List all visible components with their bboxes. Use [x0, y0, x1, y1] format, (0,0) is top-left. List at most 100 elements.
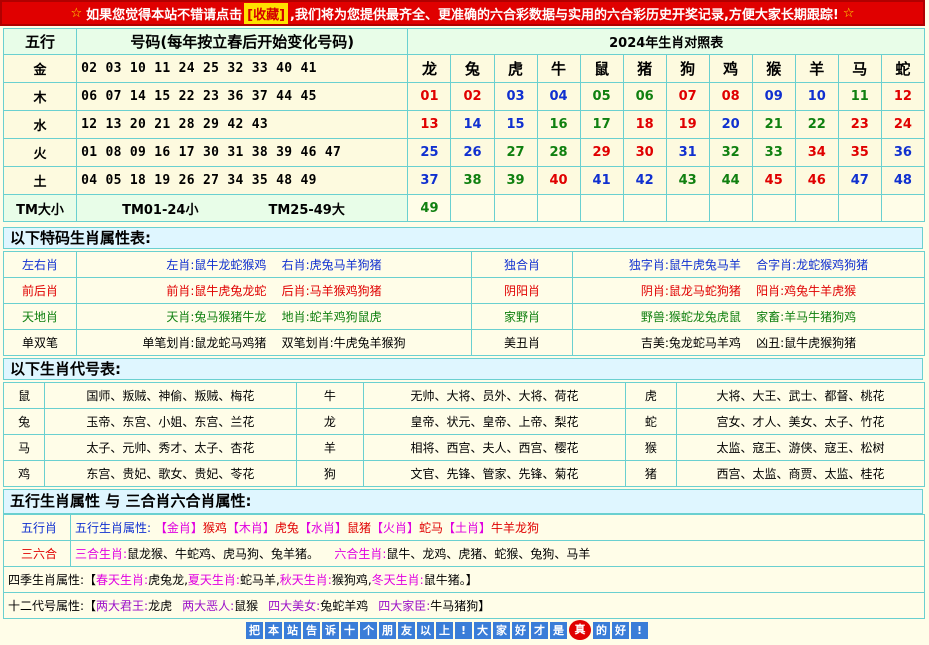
zodiac-number: 30: [622, 138, 667, 167]
zodiac-number: 46: [794, 166, 839, 195]
twelve-tag: 两大恶人:: [182, 599, 235, 613]
footer-char: 站: [284, 621, 301, 639]
footer-char: 个: [360, 621, 377, 639]
wuxing-value: 鼠猪: [346, 521, 371, 535]
sanliu-values: 三合生肖:鼠龙猴、牛蛇鸡、虎马狗、兔羊猪。 六合生肖:鼠牛、龙鸡、虎猪、蛇猴、兔…: [70, 540, 925, 567]
banner: ☆ 如果您觉得本站不错请点击 [收藏] ,我们将为您提供最齐全、更准确的六合彩数…: [0, 0, 925, 26]
footer-char: !: [631, 621, 648, 639]
zodiac-number: 09: [751, 82, 796, 111]
favorite-link[interactable]: [收藏]: [244, 2, 289, 24]
empty-cell: [579, 194, 624, 222]
zodiac-header: 虎: [493, 54, 538, 83]
footer-char: 大: [474, 621, 491, 639]
zodiac-number: 45: [751, 166, 796, 195]
zodiac-number: 40: [536, 166, 581, 195]
footer-banner: 把本站告诉十个朋友以上! 大家好才是真的好!: [246, 620, 648, 640]
zodiac-number: 22: [794, 110, 839, 139]
zodiac-header: 猪: [622, 54, 667, 83]
zodiac-number: 24: [880, 110, 926, 139]
footer-char: 才: [531, 621, 548, 639]
tm-big: TM25-49大: [268, 202, 345, 218]
zodiac-number: 16: [536, 110, 581, 139]
tm-ranges: TM01-24小 TM25-49大: [76, 194, 409, 222]
table-row: 土 04 05 18 19 26 27 34 35 48 49 37 38 39 40 41…: [2, 166, 926, 195]
star-icon: ☆: [70, 5, 83, 21]
table-row: 木 06 07 14 15 22 23 36 37 44 45 01 02 03 04 05…: [2, 82, 926, 111]
footer-char: 以: [417, 621, 434, 639]
attr-pair: 前肖:鼠牛虎兔龙蛇 后肖:马羊猴鸡狗猪: [76, 277, 472, 304]
empty-cell: [622, 194, 667, 222]
table-row: 火 01 08 09 16 17 30 31 38 39 46 47 25 26 27 2…: [2, 138, 926, 167]
zodiac-header: 鼠: [579, 54, 624, 83]
season-tag: 春天生肖:: [96, 573, 149, 587]
season-prefix: 四季生肖属性:【: [8, 573, 97, 587]
attr-a: 前肖:鼠牛虎兔龙蛇: [166, 284, 267, 298]
attr-d: 凶丑:鼠牛虎猴狗猪: [756, 336, 857, 350]
zodiac-number: 34: [794, 138, 839, 167]
attr-b: 后肖:马羊猴鸡狗猪: [281, 284, 382, 298]
zodiac-number: 29: [579, 138, 624, 167]
wuxing-tag: 【金肖】: [154, 521, 203, 535]
attr-pair: 左肖:鼠牛龙蛇猴鸡 右肖:虎兔马羊狗猪: [76, 251, 472, 278]
header-title: 2024年生肖对照表: [407, 28, 925, 55]
zodiac-name: 马: [2, 434, 46, 461]
zodiac-number: 01: [407, 82, 452, 111]
tm-small: TM01-24小: [122, 202, 199, 218]
attr-key2: 家野肖: [471, 303, 573, 330]
table-row: 金 02 03 10 11 24 25 32 33 40 41 龙兔虎牛鼠猪狗鸡猴羊…: [2, 54, 926, 83]
zodiac-codes: 文官、先锋、管家、先锋、菊花: [363, 460, 626, 487]
attribute-table: 左右肖 左肖:鼠牛龙蛇猴鸡 右肖:虎兔马羊狗猪 独合肖 独字肖:鼠牛虎兔马羊 合字肖:…: [3, 251, 925, 356]
season-value: 鼠牛猪。: [423, 573, 466, 587]
twelve-value: 兔蛇羊鸡: [320, 599, 369, 613]
footer-char: 十: [341, 621, 358, 639]
footer-char: 的: [593, 621, 610, 639]
zodiac-name: 鼠: [2, 382, 46, 409]
zodiac-number: 28: [536, 138, 581, 167]
section-title-codes: 以下生肖代号表:: [3, 358, 923, 380]
wuxing-tag: 【火肖】: [370, 521, 419, 535]
attr-pair: 单笔划肖:鼠龙蛇马鸡猪 双笔划肖:牛虎兔羊猴狗: [76, 329, 472, 356]
twelve-tag: 四大美女:: [268, 599, 321, 613]
code-table: 鼠国师、叛贼、神偷、叛贼、梅花牛无帅、大将、员外、大将、荷花虎大将、大王、武士、…: [2, 382, 926, 487]
wuxing-values: 五行生肖属性: 【金肖】猴鸡【木肖】虎兔【水肖】鼠猪【火肖】蛇马【土肖】牛羊龙狗: [70, 514, 925, 541]
attr-c: 阴肖:鼠龙马蛇狗猪: [640, 284, 741, 298]
zodiac-name: 牛: [295, 382, 365, 409]
season-end: 】: [465, 573, 478, 587]
zodiac-name: 蛇: [624, 408, 677, 435]
empty-cell: [493, 194, 538, 222]
table-row: 兔玉帝、东宫、小姐、东宫、兰花龙皇帝、状元、皇帝、上帝、梨花蛇宫女、才人、美女、…: [2, 408, 926, 435]
zodiac-number: 36: [880, 138, 926, 167]
zodiac-number: 08: [708, 82, 753, 111]
table-row: 左右肖 左肖:鼠牛龙蛇猴鸡 右肖:虎兔马羊狗猪 独合肖 独字肖:鼠牛虎兔马羊 合字肖:…: [3, 251, 925, 278]
star-icon: ☆: [842, 5, 855, 21]
footer-char: 本: [265, 621, 282, 639]
zodiac-name: 狗: [295, 460, 365, 487]
attr-key: 左右肖: [3, 251, 77, 278]
zodiac-number: 21: [751, 110, 796, 139]
zodiac-number: 05: [579, 82, 624, 111]
attr-pair: 天肖:兔马猴猪牛龙 地肖:蛇羊鸡狗鼠虎: [76, 303, 472, 330]
zodiac-number: 35: [837, 138, 882, 167]
wuxing-value: 牛羊龙狗: [491, 521, 540, 535]
attr-pair2: 阴肖:鼠龙马蛇狗猪 阳肖:鸡兔牛羊虎猴: [572, 277, 925, 304]
zodiac-codes: 无帅、大将、员外、大将、荷花: [363, 382, 626, 409]
zodiac-number: 32: [708, 138, 753, 167]
sanhe-label: 三合生肖:: [75, 547, 128, 561]
zodiac-codes: 玉帝、东宫、小姐、东宫、兰花: [44, 408, 297, 435]
zodiac-codes: 太子、元帅、秀才、太子、杏花: [44, 434, 297, 461]
attr-key: 天地肖: [3, 303, 77, 330]
zodiac-codes: 西宫、太监、商贾、太监、桂花: [675, 460, 926, 487]
zodiac-name: 鸡: [2, 460, 46, 487]
attr-key2: 美丑肖: [471, 329, 573, 356]
footer-char: 朋: [379, 621, 396, 639]
tm-row: TM大小 TM01-24小 TM25-49大 49: [2, 194, 926, 222]
zodiac-header: 蛇: [880, 54, 926, 83]
element-label: 水: [2, 110, 78, 139]
zodiac-header: 兔: [450, 54, 495, 83]
zodiac-number: 39: [493, 166, 538, 195]
footer-char: 诉: [322, 621, 339, 639]
season-value: 蛇马羊,: [239, 573, 280, 587]
zodiac-number: 42: [622, 166, 667, 195]
footer-char: 家: [493, 621, 510, 639]
zodiac-codes: 大将、大王、武士、都督、桃花: [675, 382, 926, 409]
